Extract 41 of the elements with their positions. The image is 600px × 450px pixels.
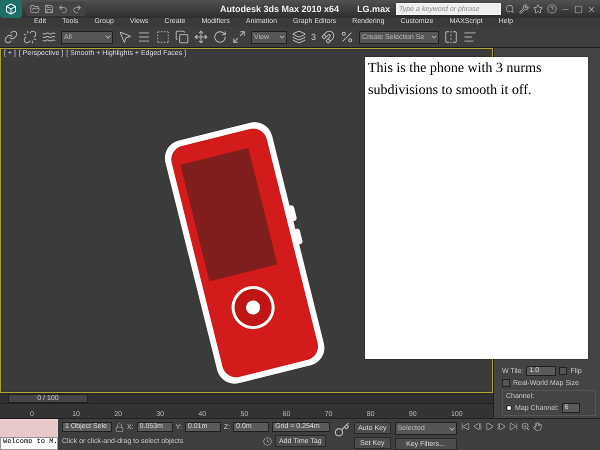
go-to-start-icon[interactable] [460,422,470,431]
time-tag-icon[interactable] [263,436,272,446]
wrench-icon[interactable] [519,4,529,14]
help-icon[interactable] [547,4,557,14]
redo-icon[interactable] [72,4,82,14]
real-world-checkbox[interactable] [502,379,510,387]
mirror-icon[interactable] [444,30,458,44]
select-icon[interactable] [118,30,132,44]
zoom-icon[interactable] [520,422,530,431]
key-icon[interactable] [334,422,350,438]
scale-icon[interactable] [232,30,246,44]
unlink-icon[interactable] [23,30,37,44]
snap-toggle[interactable]: 3 [311,32,316,42]
window-crossing-icon[interactable] [175,30,189,44]
next-frame-icon[interactable] [496,422,506,431]
note-overlay: This is the phone with 3 nurms subdivisions to smooth it off. [365,57,588,359]
pivot-icon[interactable] [292,30,306,44]
star-icon[interactable] [533,4,543,14]
selection-region-icon[interactable] [156,30,170,44]
percent-snap-icon[interactable] [340,30,354,44]
open-icon[interactable] [30,4,40,14]
map-channel-radio[interactable] [506,405,512,411]
lock-icon[interactable] [115,422,124,432]
pan-icon[interactable] [532,422,542,431]
go-to-end-icon[interactable] [508,422,518,431]
undo-icon[interactable] [58,4,68,14]
flip-checkbox[interactable] [559,367,568,375]
play-icon[interactable] [484,422,494,431]
window-title: Autodesk 3ds Max 2010 x64 [220,4,340,14]
file-name: LG.max [357,4,390,14]
align-icon[interactable] [463,30,478,44]
previous-frame-icon[interactable] [472,422,482,431]
close-icon[interactable] [587,4,596,14]
snap-icon[interactable] [321,30,336,44]
app-logo-icon[interactable] [0,0,22,18]
move-icon[interactable] [194,30,208,44]
rotate-icon[interactable] [213,30,227,44]
wave-icon[interactable] [42,30,56,44]
maximize-icon[interactable] [574,4,583,14]
save-icon[interactable] [44,4,54,14]
link-icon[interactable] [4,30,18,44]
